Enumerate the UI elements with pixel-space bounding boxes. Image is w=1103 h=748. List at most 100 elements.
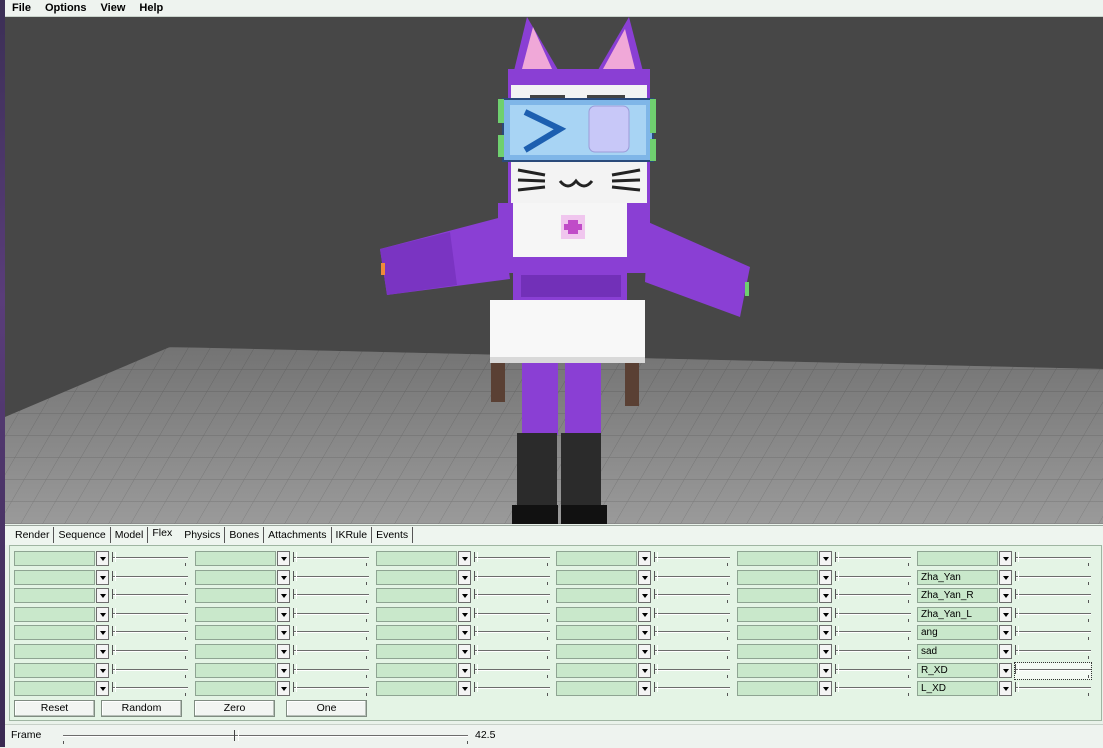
chevron-down-icon[interactable]	[819, 625, 832, 641]
flex-controller-select[interactable]	[195, 643, 276, 659]
flex-controller-select[interactable]	[737, 569, 818, 585]
flex-controller-select[interactable]	[376, 606, 457, 622]
flex-slider-thumb[interactable]	[1015, 663, 1019, 674]
flex-slider[interactable]	[654, 644, 730, 660]
flex-slider[interactable]	[112, 681, 188, 697]
flex-slider[interactable]	[474, 644, 550, 660]
flex-slider-thumb[interactable]	[835, 589, 839, 600]
flex-controller-select[interactable]	[14, 606, 95, 622]
chevron-down-icon[interactable]	[819, 551, 832, 566]
flex-slider[interactable]	[835, 625, 911, 641]
random-button[interactable]: Random	[101, 700, 182, 717]
flex-slider[interactable]	[835, 570, 911, 586]
flex-slider-thumb[interactable]	[112, 589, 116, 600]
chevron-down-icon[interactable]	[277, 588, 290, 604]
flex-controller-select[interactable]	[737, 625, 818, 641]
flex-slider[interactable]	[293, 625, 369, 641]
flex-controller-select[interactable]	[376, 551, 457, 566]
3d-viewport[interactable]	[5, 17, 1103, 524]
flex-controller-select[interactable]	[195, 681, 276, 697]
tab-model[interactable]: Model	[111, 527, 149, 543]
flex-slider[interactable]	[654, 625, 730, 641]
flex-slider[interactable]	[112, 570, 188, 586]
flex-slider-thumb[interactable]	[835, 626, 839, 637]
flex-controller-select[interactable]	[195, 662, 276, 678]
tab-physics[interactable]: Physics	[180, 527, 226, 543]
flex-controller-select[interactable]: ang	[917, 625, 998, 641]
flex-slider[interactable]	[293, 663, 369, 679]
menu-view[interactable]: View	[94, 0, 133, 16]
flex-controller-select[interactable]	[556, 625, 637, 641]
chevron-down-icon[interactable]	[277, 625, 290, 641]
flex-controller-select[interactable]	[14, 625, 95, 641]
flex-slider-thumb[interactable]	[654, 552, 658, 562]
flex-slider[interactable]	[112, 663, 188, 679]
chevron-down-icon[interactable]	[638, 569, 651, 585]
flex-slider-thumb[interactable]	[293, 644, 297, 655]
flex-slider[interactable]	[654, 663, 730, 679]
frame-slider-thumb[interactable]	[234, 730, 239, 741]
flex-slider[interactable]	[293, 570, 369, 586]
chevron-down-icon[interactable]	[458, 606, 471, 622]
flex-slider-thumb[interactable]	[835, 682, 839, 693]
flex-controller-select[interactable]	[376, 643, 457, 659]
flex-slider[interactable]	[474, 681, 550, 697]
flex-slider[interactable]	[654, 607, 730, 623]
flex-slider-thumb[interactable]	[293, 607, 297, 618]
flex-controller-select[interactable]: sad	[917, 643, 998, 659]
flex-controller-select[interactable]: L_XD	[917, 681, 998, 697]
flex-controller-select[interactable]	[556, 643, 637, 659]
flex-slider-thumb[interactable]	[293, 682, 297, 693]
chevron-down-icon[interactable]	[96, 662, 109, 678]
flex-controller-select[interactable]	[556, 551, 637, 566]
flex-controller-select[interactable]	[195, 588, 276, 604]
flex-slider-thumb[interactable]	[474, 607, 478, 618]
flex-slider[interactable]	[654, 570, 730, 586]
flex-controller-select[interactable]	[195, 569, 276, 585]
tab-flex[interactable]: Flex	[148, 525, 180, 541]
flex-controller-select[interactable]	[737, 606, 818, 622]
flex-slider-thumb[interactable]	[474, 552, 478, 562]
chevron-down-icon[interactable]	[638, 625, 651, 641]
menu-file[interactable]: File	[5, 0, 38, 16]
flex-slider[interactable]	[293, 644, 369, 660]
chevron-down-icon[interactable]	[819, 606, 832, 622]
flex-controller-select[interactable]	[556, 569, 637, 585]
frame-slider[interactable]	[63, 730, 468, 744]
flex-slider[interactable]	[1015, 681, 1091, 697]
chevron-down-icon[interactable]	[999, 643, 1012, 659]
flex-slider-thumb[interactable]	[112, 552, 116, 562]
flex-controller-select[interactable]	[376, 625, 457, 641]
menu-help[interactable]: Help	[132, 0, 170, 16]
flex-controller-select[interactable]	[737, 551, 818, 566]
flex-slider-thumb[interactable]	[1015, 570, 1019, 581]
flex-controller-select[interactable]	[556, 606, 637, 622]
chevron-down-icon[interactable]	[638, 643, 651, 659]
tab-events[interactable]: Events	[372, 527, 414, 543]
tab-sequence[interactable]: Sequence	[54, 527, 111, 543]
flex-slider[interactable]	[474, 625, 550, 641]
flex-slider[interactable]	[1015, 551, 1091, 567]
chevron-down-icon[interactable]	[819, 662, 832, 678]
chevron-down-icon[interactable]	[277, 606, 290, 622]
tab-ikrule[interactable]: IKRule	[332, 527, 373, 543]
flex-slider-thumb[interactable]	[293, 663, 297, 674]
flex-slider[interactable]	[112, 607, 188, 623]
flex-slider-thumb[interactable]	[474, 626, 478, 637]
flex-slider-thumb[interactable]	[474, 644, 478, 655]
flex-slider[interactable]	[293, 551, 369, 567]
chevron-down-icon[interactable]	[999, 551, 1012, 566]
tab-bones[interactable]: Bones	[225, 527, 265, 543]
flex-slider[interactable]	[474, 551, 550, 567]
flex-slider-thumb[interactable]	[835, 552, 839, 562]
flex-slider[interactable]	[1015, 607, 1091, 623]
flex-controller-select[interactable]	[14, 569, 95, 585]
flex-controller-select[interactable]	[14, 588, 95, 604]
flex-slider[interactable]	[112, 588, 188, 604]
chevron-down-icon[interactable]	[96, 588, 109, 604]
flex-slider-thumb[interactable]	[474, 663, 478, 674]
one-button[interactable]: One	[286, 700, 367, 717]
chevron-down-icon[interactable]	[277, 569, 290, 585]
flex-controller-select[interactable]	[195, 551, 276, 566]
flex-slider[interactable]	[835, 644, 911, 660]
